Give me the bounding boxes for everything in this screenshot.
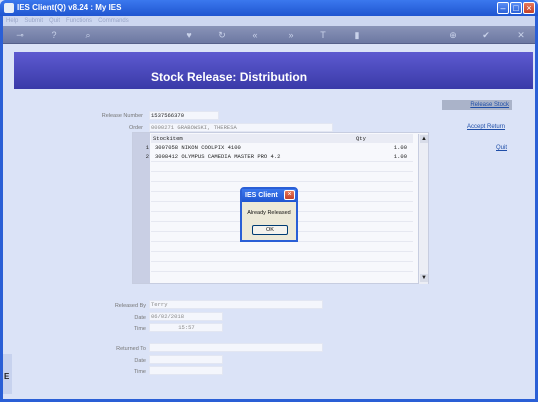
scroll-down-icon[interactable]: ▼ bbox=[420, 274, 428, 282]
release-number-label: Release Number bbox=[101, 113, 143, 119]
order-field[interactable]: 0000271 GRABOWSKI, THERESA bbox=[149, 123, 333, 132]
side-strip: E bbox=[3, 354, 12, 394]
maximize-button[interactable]: □ bbox=[510, 2, 522, 14]
returned-time-label: Time bbox=[133, 369, 146, 375]
minimize-button[interactable]: – bbox=[497, 2, 509, 14]
title-bar: IES Client(Q) v8.24 : My IES – □ × bbox=[0, 0, 538, 16]
help-icon[interactable]: ? bbox=[48, 29, 60, 41]
row-divider bbox=[151, 261, 413, 262]
accept-return-link[interactable]: Accept Return bbox=[467, 124, 505, 130]
row-divider bbox=[151, 161, 413, 162]
row-index: 1 bbox=[145, 144, 149, 151]
side-strip-label: E bbox=[4, 372, 10, 381]
returned-to-field[interactable] bbox=[149, 343, 323, 352]
returned-time-field[interactable] bbox=[149, 366, 223, 375]
message-dialog: IES Client × Already Released OK bbox=[240, 187, 298, 242]
row-qty: 1.00 bbox=[393, 144, 407, 151]
add-icon[interactable]: ⊕ bbox=[447, 29, 459, 41]
row-divider bbox=[151, 271, 413, 272]
release-stock-label: Release Stock bbox=[470, 102, 509, 108]
date-label: Date bbox=[134, 315, 146, 321]
table-row[interactable]: 3007058 NIKON COOLPIX 4100 1.00 bbox=[151, 143, 413, 152]
release-number-field[interactable]: 1537566370 bbox=[149, 111, 219, 120]
menu-submit[interactable]: Submit bbox=[24, 16, 43, 26]
time-field[interactable]: 15:57 bbox=[149, 323, 223, 332]
back-icon[interactable]: « bbox=[249, 29, 261, 41]
dialog-close-icon[interactable]: × bbox=[284, 190, 295, 200]
row-index: 2 bbox=[145, 153, 149, 160]
release-stock-button[interactable]: Release Stock bbox=[442, 100, 512, 110]
col-qty: Qty bbox=[356, 135, 366, 142]
refresh-icon[interactable]: ↻ bbox=[216, 29, 228, 41]
menu-bar: Help Submit Quit Functions Commands bbox=[3, 16, 535, 26]
text-icon[interactable]: T bbox=[317, 29, 329, 41]
search-icon[interactable]: ⌕ bbox=[82, 29, 94, 41]
quit-link[interactable]: Quit bbox=[496, 145, 507, 151]
row-divider bbox=[151, 171, 413, 172]
page-title: Stock Release: Distribution bbox=[151, 70, 308, 84]
row-qty: 1.00 bbox=[393, 153, 407, 160]
menu-help[interactable]: Help bbox=[6, 16, 18, 26]
scroll-up-icon[interactable]: ▲ bbox=[420, 135, 428, 143]
toolbar: ⊸ ? ⌕ ♥ ↻ « » T ▮ ⊕ ✔ ✕ bbox=[3, 26, 535, 44]
grid-scrollbar[interactable]: ▲ ▼ bbox=[418, 134, 428, 284]
date-field[interactable]: 06/02/2018 bbox=[149, 312, 223, 321]
page-icon[interactable]: ▮ bbox=[351, 29, 363, 41]
app-icon bbox=[4, 3, 14, 13]
menu-quit[interactable]: Quit bbox=[49, 16, 60, 26]
returned-to-label: Returned To bbox=[116, 346, 146, 352]
grid-header: Stockitem Qty bbox=[151, 134, 413, 143]
close-icon[interactable]: ✕ bbox=[515, 29, 527, 41]
ok-button[interactable]: OK bbox=[252, 225, 288, 235]
heart-icon[interactable]: ♥ bbox=[183, 29, 195, 41]
forward-icon[interactable]: » bbox=[285, 29, 297, 41]
close-window-button[interactable]: × bbox=[523, 2, 535, 14]
key-icon[interactable]: ⊸ bbox=[11, 29, 29, 41]
released-by-label: Released By bbox=[114, 303, 146, 309]
table-row[interactable]: 3008412 OLYMPUS CAMEDIA MASTER PRO 4.2 1… bbox=[151, 152, 413, 161]
row-item: 3008412 OLYMPUS CAMEDIA MASTER PRO 4.2 bbox=[155, 153, 281, 160]
returned-date-field[interactable] bbox=[149, 355, 223, 364]
row-divider bbox=[151, 251, 413, 252]
order-label: Order bbox=[128, 125, 143, 131]
menu-functions[interactable]: Functions bbox=[66, 16, 92, 26]
page-header: Stock Release: Distribution bbox=[14, 52, 533, 89]
returned-date-label: Date bbox=[134, 358, 146, 364]
released-by-field[interactable]: Terry bbox=[149, 300, 323, 309]
dialog-message: Already Released bbox=[247, 210, 291, 216]
menu-commands[interactable]: Commands bbox=[98, 16, 129, 26]
time-label: Time bbox=[133, 326, 146, 332]
row-item: 3007058 NIKON COOLPIX 4100 bbox=[155, 144, 241, 151]
check-icon[interactable]: ✔ bbox=[480, 29, 492, 41]
app-window: IES Client(Q) v8.24 : My IES – □ × Help … bbox=[0, 0, 538, 402]
window-title: IES Client(Q) v8.24 : My IES bbox=[17, 3, 122, 12]
col-stockitem: Stockitem bbox=[153, 135, 183, 142]
row-divider bbox=[151, 181, 413, 182]
